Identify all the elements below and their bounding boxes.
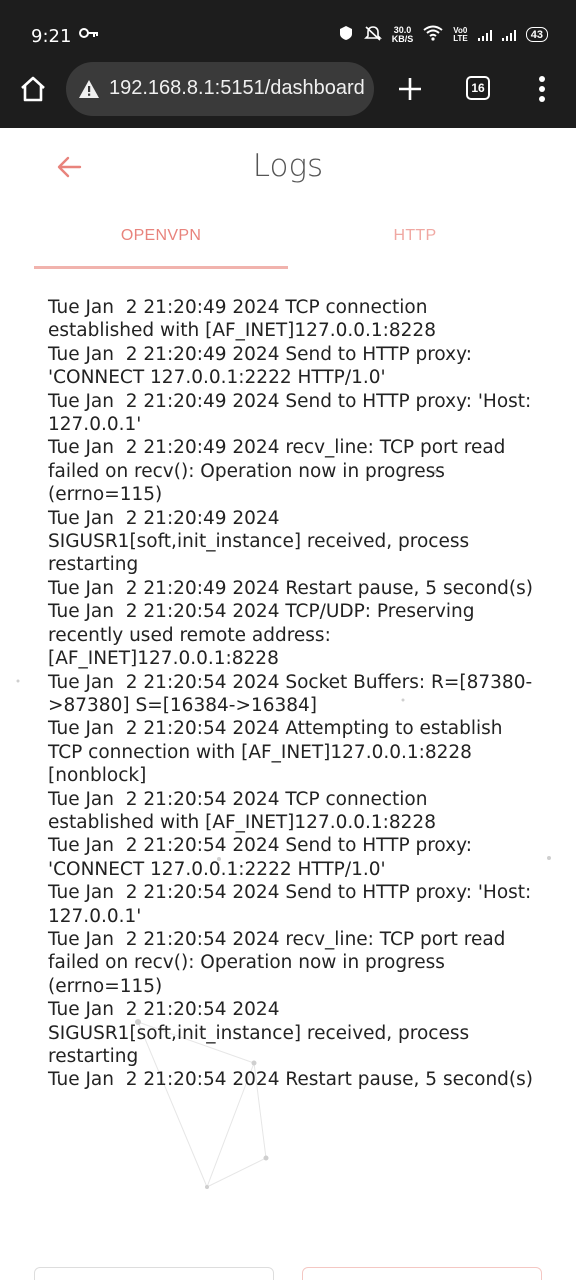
log-line: Tue Jan 2 21:20:54 2024 Socket Buffers: … (48, 671, 533, 716)
bottom-button-right[interactable] (302, 1267, 542, 1280)
log-line: Tue Jan 2 21:20:54 2024 Send to HTTP pro… (48, 835, 478, 880)
more-vert-icon[interactable] (534, 75, 550, 103)
log-line: Tue Jan 2 21:20:49 2024 SIGUSR1[soft,ini… (48, 507, 476, 576)
battery-level: 43 (530, 28, 543, 41)
status-icons: 30.0 KB/S Vo0 LTE 43 (338, 25, 548, 44)
status-time: 9:21 (31, 26, 72, 47)
mute-icon (363, 25, 382, 44)
tab-switcher-button[interactable]: 16 (466, 76, 490, 100)
log-line: Tue Jan 2 21:20:49 2024 Send to HTTP pro… (48, 390, 538, 436)
log-line: Tue Jan 2 21:20:54 2024 TCP connection e… (48, 788, 436, 833)
address-bar[interactable]: 192.168.8.1:5151/dashboard (66, 62, 374, 116)
active-tab-indicator (34, 266, 288, 269)
not-secure-warning-icon[interactable] (78, 78, 100, 100)
signal-icon-2 (501, 29, 516, 41)
browser-toolbar: 192.168.8.1:5151/dashboard 16 (0, 54, 576, 128)
tab-http[interactable]: HTTP (288, 227, 542, 245)
vpn-icon (338, 25, 354, 44)
tab-openvpn[interactable]: OPENVPN (34, 227, 288, 245)
log-line: Tue Jan 2 21:20:54 2024 TCP/UDP: Preserv… (48, 601, 481, 670)
signal-icon-1 (477, 29, 492, 41)
log-line: Tue Jan 2 21:20:49 2024 TCP connection e… (48, 297, 436, 342)
net-speed-unit: KB/S (391, 33, 414, 44)
battery-icon: 43 (525, 27, 548, 42)
log-line: Tue Jan 2 21:20:49 2024 Send to HTTP pro… (48, 343, 478, 389)
log-line: Tue Jan 2 21:20:54 2024 recv_line: TCP p… (48, 928, 512, 997)
plus-icon[interactable] (396, 75, 424, 103)
lte-label: Vo0 LTE (453, 26, 468, 43)
key-icon (79, 26, 99, 45)
home-icon[interactable] (18, 74, 48, 104)
log-line: Tue Jan 2 21:20:49 2024 recv_line: TCP p… (48, 437, 512, 506)
tab-count: 16 (471, 81, 485, 95)
log-line: Tue Jan 2 21:20:54 2024 Restart pause, 5… (48, 1069, 534, 1091)
url-text[interactable]: 192.168.8.1:5151/dashboard (109, 77, 365, 100)
bottom-button-left[interactable] (34, 1267, 274, 1280)
log-line: Tue Jan 2 21:20:54 2024 Attempting to es… (48, 718, 509, 787)
log-line: Tue Jan 2 21:20:49 2024 Restart pause, 5… (48, 577, 534, 599)
log-output: Tue Jan 2 21:20:49 2024 TCP connection e… (48, 296, 538, 1092)
net-speed: 30.0 KB/S (391, 25, 414, 44)
wifi-icon (423, 25, 443, 44)
log-line: Tue Jan 2 21:20:54 2024 Send to HTTP pro… (48, 882, 538, 927)
log-line: Tue Jan 2 21:20:54 2024 SIGUSR1[soft,ini… (48, 999, 476, 1067)
lte-label-bottom: LTE (453, 33, 468, 43)
page-title: Logs (252, 148, 324, 184)
